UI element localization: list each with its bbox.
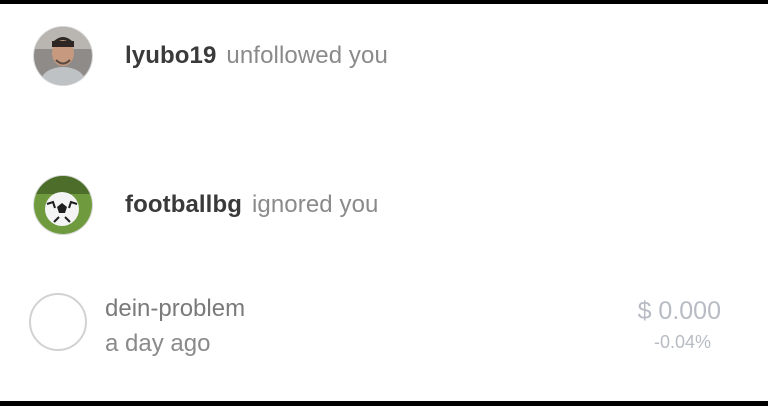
notification-item[interactable]: lyubo19 unfollowed you <box>34 26 388 86</box>
notification-username[interactable]: footballbg <box>125 191 242 218</box>
transaction-amount: $ 0.000 <box>637 297 721 325</box>
empty-avatar-icon <box>29 293 87 351</box>
user-photo-avatar-icon <box>34 27 92 85</box>
transaction-name[interactable]: dein-problem <box>105 295 245 323</box>
transaction-change: -0.04% <box>653 332 711 352</box>
transaction-item[interactable]: dein-problem a day ago $ 0.000 -0.04% <box>29 292 729 362</box>
notification-username[interactable]: lyubo19 <box>125 42 216 69</box>
notification-item[interactable]: footballbg ignored you <box>34 175 379 235</box>
notification-action: unfollowed you <box>226 42 388 69</box>
notification-text: lyubo19 unfollowed you <box>125 42 388 70</box>
notification-action: ignored you <box>251 191 379 218</box>
notifications-screen: lyubo19 unfollowed you footballbg ignored … <box>0 4 768 401</box>
user-avatar[interactable] <box>34 27 92 85</box>
transaction-time: a day ago <box>105 330 211 357</box>
notification-text: footballbg ignored you <box>125 191 379 219</box>
soccer-ball-avatar-icon <box>34 176 92 234</box>
user-avatar[interactable] <box>34 176 92 234</box>
